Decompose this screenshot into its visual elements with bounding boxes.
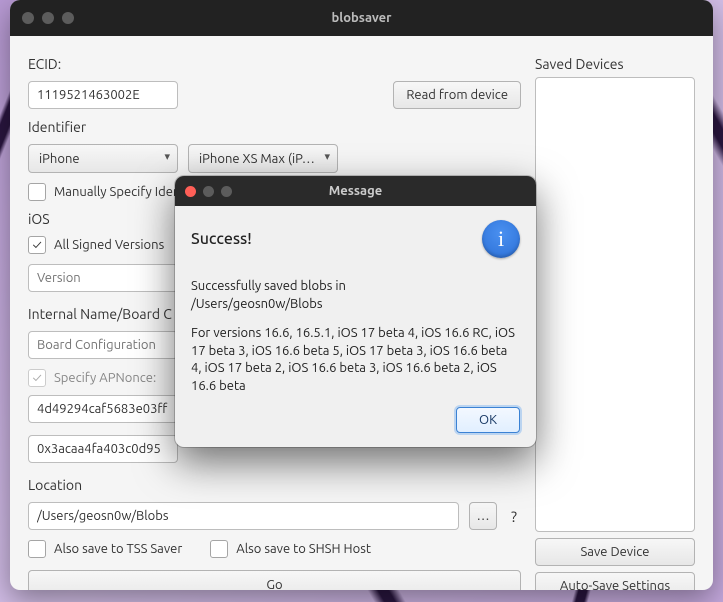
location-input[interactable] bbox=[28, 502, 459, 530]
apnonce-input[interactable] bbox=[28, 395, 178, 423]
device-family-select[interactable]: iPhone bbox=[28, 144, 178, 173]
version-input bbox=[28, 264, 178, 292]
dialog-versions: For versions 16.6, 16.5.1, iOS 17 beta 4… bbox=[191, 325, 520, 395]
close-window-icon[interactable] bbox=[22, 12, 34, 24]
saved-devices-label: Saved Devices bbox=[535, 56, 695, 72]
identifier-label: Identifier bbox=[28, 119, 521, 135]
ok-button[interactable]: OK bbox=[456, 407, 520, 433]
titlebar: blobsaver bbox=[10, 0, 713, 36]
window-title: blobsaver bbox=[10, 11, 713, 25]
tss-saver-label: Also save to TSS Saver bbox=[54, 542, 182, 556]
shsh-host-label: Also save to SHSH Host bbox=[236, 542, 371, 556]
dialog-line1: Successfully saved blobs in bbox=[191, 279, 346, 293]
apnonce-label: Specify APNonce: bbox=[54, 371, 156, 385]
all-signed-checkbox[interactable] bbox=[28, 236, 46, 254]
saved-devices-list[interactable] bbox=[535, 77, 695, 532]
dialog-message: Successfully saved blobs in /Users/geosn… bbox=[191, 278, 520, 313]
manual-identifier-label: Manually Specify Iden bbox=[54, 185, 180, 199]
board-config-input bbox=[28, 331, 178, 359]
minimize-window-icon[interactable] bbox=[42, 12, 54, 24]
manual-identifier-checkbox[interactable] bbox=[28, 183, 46, 201]
save-device-button[interactable]: Save Device bbox=[535, 538, 695, 566]
right-panel: Saved Devices Save Device Auto-Save Sett… bbox=[535, 52, 695, 590]
browse-button[interactable]: … bbox=[469, 502, 497, 530]
message-dialog: Message Success! i Successfully saved bl… bbox=[175, 176, 536, 447]
device-model-select[interactable]: iPhone XS Max (iP… bbox=[188, 144, 338, 173]
apnonce-checkbox[interactable] bbox=[28, 369, 46, 387]
go-button[interactable]: Go bbox=[28, 570, 521, 590]
dialog-title: Message bbox=[175, 184, 536, 198]
maximize-window-icon[interactable] bbox=[62, 12, 74, 24]
traffic-lights bbox=[22, 12, 74, 24]
dialog-line2: /Users/geosn0w/Blobs bbox=[191, 297, 323, 311]
location-label: Location bbox=[28, 477, 521, 493]
shsh-host-checkbox[interactable] bbox=[210, 540, 228, 558]
auto-save-settings-button[interactable]: Auto-Save Settings bbox=[535, 572, 695, 590]
dialog-heading: Success! bbox=[191, 230, 252, 248]
location-help-icon[interactable]: ? bbox=[507, 508, 521, 525]
all-signed-label: All Signed Versions bbox=[54, 238, 164, 252]
ecid-label: ECID: bbox=[28, 56, 521, 72]
ecid-input[interactable] bbox=[28, 81, 178, 109]
tss-saver-checkbox[interactable] bbox=[28, 540, 46, 558]
dialog-titlebar: Message bbox=[175, 176, 536, 206]
info-icon: i bbox=[482, 220, 520, 258]
generator-input[interactable] bbox=[28, 435, 178, 463]
dialog-body: Success! i Successfully saved blobs in /… bbox=[175, 206, 536, 447]
read-from-device-button[interactable]: Read from device bbox=[393, 81, 521, 109]
